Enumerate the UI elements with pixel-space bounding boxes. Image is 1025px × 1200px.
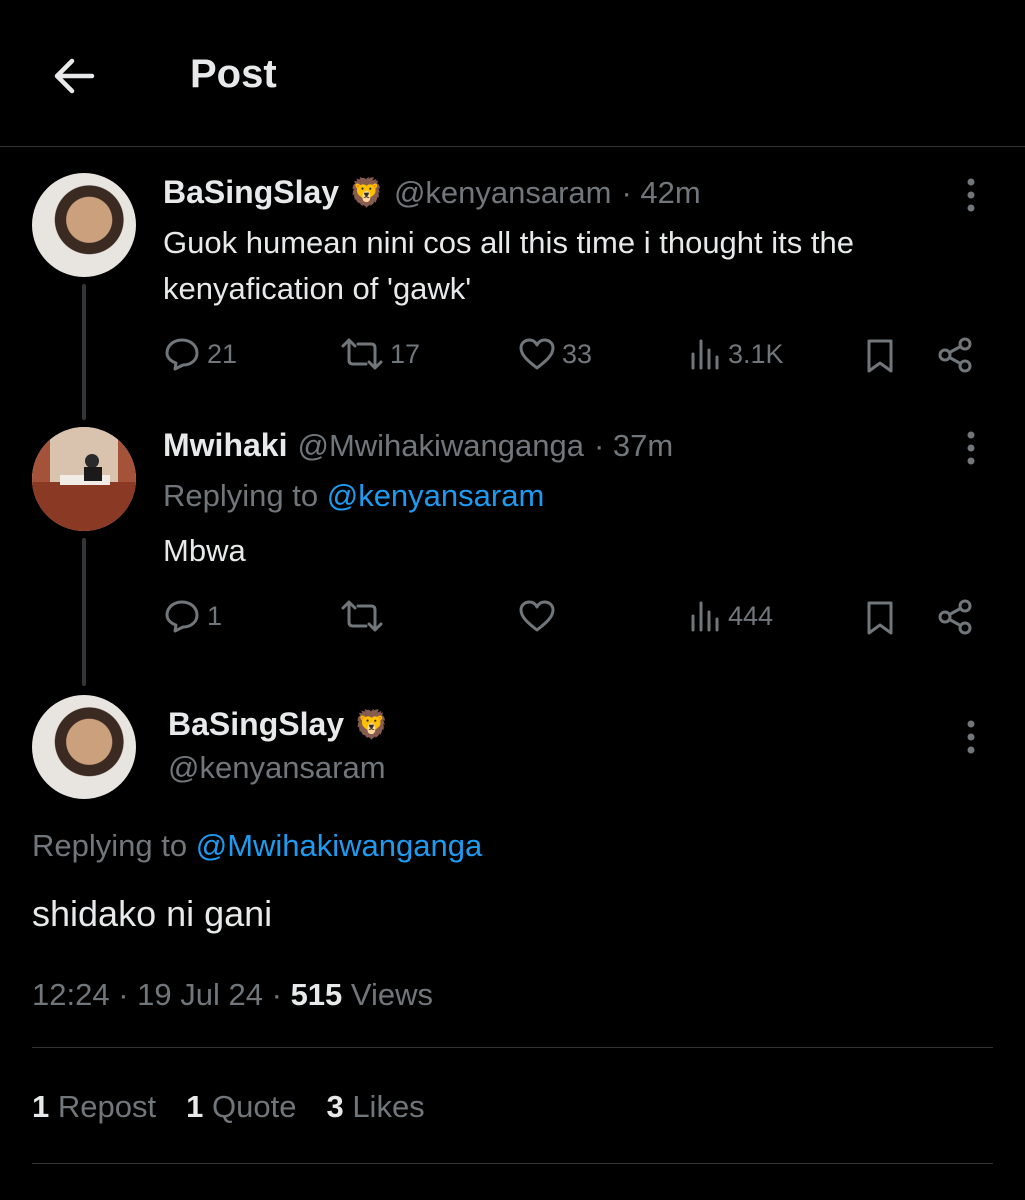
divider <box>32 1163 993 1164</box>
views-button[interactable]: 3.1K <box>688 336 784 372</box>
repost-button[interactable] <box>340 598 384 634</box>
views-chart-icon <box>691 339 719 370</box>
courtroom-photo <box>32 427 136 531</box>
mention-link[interactable]: @Mwihakiwanganga <box>196 828 483 863</box>
divider <box>32 1047 993 1048</box>
bookmark-button[interactable] <box>864 600 896 636</box>
reply-icon <box>165 600 199 633</box>
more-vertical-icon <box>967 431 975 465</box>
lion-emoji: 🦁 <box>349 177 384 208</box>
display-name[interactable]: BaSingSlay <box>163 174 339 211</box>
tweet-text-line: kenyafication of 'gawk' <box>163 271 472 306</box>
thread-line <box>82 538 86 686</box>
repost-count: 1 <box>32 1089 50 1124</box>
thread-line <box>82 284 86 420</box>
like-button[interactable]: 33 <box>518 336 592 372</box>
separator-dot: · <box>271 977 282 1012</box>
view-count: 444 <box>728 600 774 631</box>
views-label: Views <box>350 977 434 1012</box>
page-title: Post <box>190 52 277 96</box>
repost-button[interactable]: 17 <box>340 336 420 372</box>
handle[interactable]: @Mwihakiwanganga <box>297 428 584 464</box>
share-button[interactable] <box>936 598 974 636</box>
repost-icon <box>341 600 383 632</box>
tweet-header: Mwihaki @Mwihakiwanganga · 37m <box>163 427 673 464</box>
share-button[interactable] <box>936 336 974 374</box>
separator-dot: · <box>118 977 129 1012</box>
heart-icon <box>519 600 555 632</box>
reply-button[interactable]: 21 <box>163 336 237 372</box>
more-vertical-icon <box>967 178 975 212</box>
tweet-text-line: Guok humean nini cos all this time i tho… <box>163 225 854 260</box>
tweet-text: Guok humean nini cos all this time i tho… <box>163 220 854 312</box>
back-button[interactable] <box>48 50 100 102</box>
reply-count: 1 <box>207 600 223 631</box>
avatar[interactable] <box>32 695 136 799</box>
timestamp[interactable]: · 37m <box>594 428 673 464</box>
likes-count: 3 <box>326 1089 344 1124</box>
post-meta: 12:24 · 19 Jul 24 · 515 Views <box>32 977 433 1013</box>
reply-icon <box>165 338 199 371</box>
replying-prefix: Replying to <box>32 828 188 863</box>
view-count: 3.1K <box>728 338 784 369</box>
replying-to: Replying to @Mwihakiwanganga <box>32 828 482 864</box>
handle[interactable]: @kenyansaram <box>168 750 386 786</box>
views-count: 515 <box>290 977 343 1012</box>
quote-label: Quote <box>211 1089 297 1124</box>
avatar[interactable] <box>32 173 136 277</box>
avatar[interactable] <box>32 427 136 531</box>
more-options-button[interactable] <box>958 718 984 756</box>
tweet-text: Mbwa <box>163 533 246 568</box>
timestamp[interactable]: · 42m <box>622 175 701 211</box>
likes-stat[interactable]: 3 Likes <box>326 1089 424 1125</box>
author-name-row: BaSingSlay 🦁 <box>168 706 389 743</box>
views-button[interactable]: 444 <box>688 598 773 634</box>
repost-label: Repost <box>57 1089 157 1124</box>
more-options-button[interactable] <box>958 176 984 214</box>
likes-label: Likes <box>352 1089 425 1124</box>
engagement-stats: 1 Repost 1 Quote 3 Likes <box>32 1089 425 1125</box>
post-time[interactable]: 12:24 <box>32 977 110 1012</box>
header-divider <box>0 146 1025 147</box>
bookmark-icon <box>867 601 893 635</box>
reposts-stat[interactable]: 1 Repost <box>32 1089 156 1125</box>
more-vertical-icon <box>967 720 975 754</box>
bookmark-button[interactable] <box>864 338 896 374</box>
post-date[interactable]: 19 Jul 24 <box>137 977 263 1012</box>
lion-emoji: 🦁 <box>354 709 389 740</box>
share-icon <box>938 599 972 635</box>
repost-icon <box>341 338 383 370</box>
mention-link[interactable]: @kenyansaram <box>327 478 545 513</box>
quotes-stat[interactable]: 1 Quote <box>186 1089 296 1125</box>
post-text: shidako ni gani <box>32 893 273 934</box>
reply-count: 21 <box>207 338 238 369</box>
handle[interactable]: @kenyansaram <box>394 175 612 211</box>
tweet-header: BaSingSlay 🦁 @kenyansaram · 42m <box>163 174 701 211</box>
quote-count: 1 <box>186 1089 204 1124</box>
like-button[interactable] <box>518 598 556 634</box>
share-icon <box>938 337 972 373</box>
replying-prefix: Replying to <box>163 478 319 513</box>
display-name[interactable]: Mwihaki <box>163 427 287 464</box>
heart-icon <box>519 338 555 370</box>
replying-to: Replying to @kenyansaram <box>163 478 544 514</box>
arrow-left-icon <box>54 58 95 94</box>
like-count: 33 <box>562 338 593 369</box>
display-name[interactable]: BaSingSlay <box>168 706 344 743</box>
more-options-button[interactable] <box>958 429 984 467</box>
views-chart-icon <box>691 601 719 632</box>
reply-button[interactable]: 1 <box>163 598 222 634</box>
bookmark-icon <box>867 339 893 373</box>
repost-count: 17 <box>390 338 421 369</box>
